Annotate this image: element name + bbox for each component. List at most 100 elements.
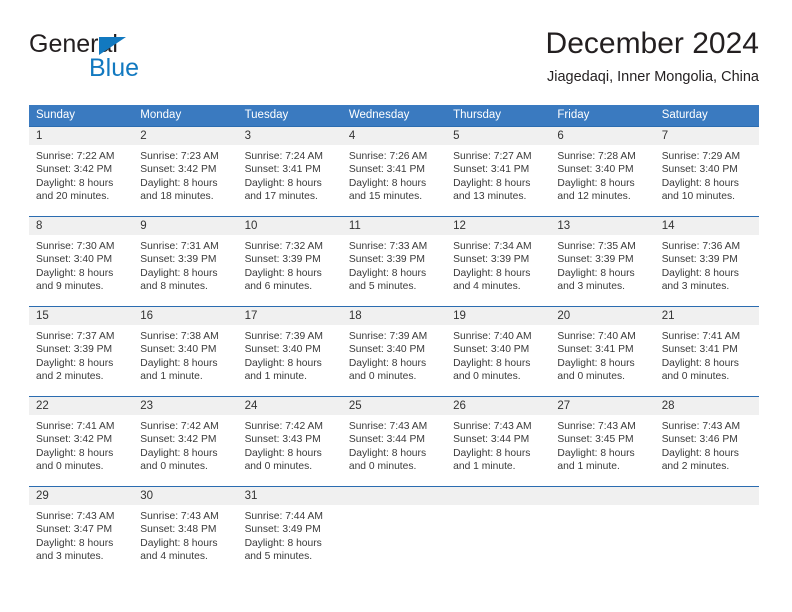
day-cell-17[interactable]: 17 Sunrise: 7:39 AM Sunset: 3:40 PM Dayligh…: [237, 306, 342, 396]
daylight-text-line2: and 12 minutes.: [557, 191, 631, 203]
daylight-text-line2: and 20 minutes.: [36, 191, 110, 203]
day-number: [654, 487, 759, 505]
day-details: Sunrise: 7:28 AM Sunset: 3:40 PM Daylight:…: [550, 145, 654, 204]
sunset-text: Sunset: 3:39 PM: [244, 254, 321, 266]
day-details: Sunrise: 7:43 AM Sunset: 3:47 PM Daylight:…: [29, 505, 133, 564]
day-cell-28[interactable]: 28 Sunrise: 7:43 AM Sunset: 3:46 PM Dayligh…: [654, 396, 759, 486]
day-cell-30[interactable]: 30 Sunrise: 7:43 AM Sunset: 3:48 PM Dayligh…: [133, 486, 238, 576]
day-cell-31[interactable]: 31 Sunrise: 7:44 AM Sunset: 3:49 PM Dayligh…: [237, 486, 342, 576]
day-cell-21[interactable]: 21 Sunrise: 7:41 AM Sunset: 3:41 PM Dayligh…: [654, 306, 759, 396]
sunset-text: Sunset: 3:41 PM: [348, 164, 425, 176]
day-number: [550, 487, 655, 505]
sunrise-text: Sunrise: 7:37 AM: [36, 331, 115, 342]
day-cell-8[interactable]: 8 Sunrise: 7:30 AM Sunset: 3:40 PM Daylight…: [29, 216, 134, 306]
day-cell-7[interactable]: 7 Sunrise: 7:29 AM Sunset: 3:40 PM Daylight…: [654, 126, 759, 216]
day-number: 24: [237, 397, 342, 415]
day-details: Sunrise: 7:34 AM Sunset: 3:39 PM Daylight:…: [446, 235, 550, 294]
sunset-text: Sunset: 3:46 PM: [661, 434, 738, 446]
day-number: 28: [654, 397, 759, 415]
day-cell-26[interactable]: 26 Sunrise: 7:43 AM Sunset: 3:44 PM Dayligh…: [446, 396, 551, 486]
sunrise-text: Sunrise: 7:42 AM: [244, 421, 323, 432]
weekday-header-sunday: Sunday: [29, 105, 134, 126]
sunrise-text: Sunrise: 7:39 AM: [244, 331, 323, 342]
weekday-header-thursday: Thursday: [446, 105, 551, 126]
day-cell-14[interactable]: 14 Sunrise: 7:36 AM Sunset: 3:39 PM Dayligh…: [654, 216, 759, 306]
daylight-text-line2: and 3 minutes.: [36, 551, 104, 563]
daylight-text-line2: and 1 minute.: [140, 371, 203, 383]
daylight-text-line1: Daylight: 8 hours: [661, 177, 739, 189]
day-cell-23[interactable]: 23 Sunrise: 7:42 AM Sunset: 3:42 PM Dayligh…: [133, 396, 238, 486]
sunset-text: Sunset: 3:40 PM: [36, 254, 113, 266]
day-number: 13: [550, 217, 655, 235]
day-cell-25[interactable]: 25 Sunrise: 7:43 AM Sunset: 3:44 PM Dayligh…: [341, 396, 447, 486]
sunrise-text: Sunrise: 7:29 AM: [661, 151, 741, 162]
sunrise-text: Sunrise: 7:43 AM: [661, 421, 741, 432]
daylight-text-line2: and 9 minutes.: [36, 281, 104, 293]
sunset-text: Sunset: 3:42 PM: [140, 434, 217, 446]
day-details: Sunrise: 7:27 AM Sunset: 3:41 PM Daylight:…: [446, 145, 550, 204]
day-cell-6[interactable]: 6 Sunrise: 7:28 AM Sunset: 3:40 PM Daylight…: [550, 126, 655, 216]
page-header: General Blue December 2024 Jiagedaqi, In…: [29, 26, 759, 96]
day-number: 29: [29, 487, 134, 505]
day-cell-1[interactable]: 1 Sunrise: 7:22 AM Sunset: 3:42 PM Daylight…: [29, 126, 134, 216]
day-cell-9[interactable]: 9 Sunrise: 7:31 AM Sunset: 3:39 PM Daylight…: [133, 216, 238, 306]
day-cell-empty: [446, 486, 551, 576]
day-cell-11[interactable]: 11 Sunrise: 7:33 AM Sunset: 3:39 PM Dayligh…: [341, 216, 447, 306]
day-cell-3[interactable]: 3 Sunrise: 7:24 AM Sunset: 3:41 PM Daylight…: [237, 126, 342, 216]
day-cell-5[interactable]: 5 Sunrise: 7:27 AM Sunset: 3:41 PM Daylight…: [446, 126, 551, 216]
daylight-text-line2: and 1 minute.: [453, 461, 516, 473]
brand-logo[interactable]: General Blue: [29, 26, 249, 86]
day-cell-12[interactable]: 12 Sunrise: 7:34 AM Sunset: 3:39 PM Dayligh…: [446, 216, 551, 306]
daylight-text-line1: Daylight: 8 hours: [140, 447, 218, 459]
day-number: [341, 487, 447, 505]
day-details: Sunrise: 7:40 AM Sunset: 3:40 PM Daylight:…: [446, 325, 550, 384]
daylight-text-line1: Daylight: 8 hours: [36, 267, 114, 279]
sunset-text: Sunset: 3:48 PM: [140, 524, 217, 536]
sunrise-text: Sunrise: 7:38 AM: [140, 331, 219, 342]
day-number: 14: [654, 217, 759, 235]
day-details: Sunrise: 7:23 AM Sunset: 3:42 PM Daylight:…: [133, 145, 237, 204]
daylight-text-line2: and 0 minutes.: [348, 461, 417, 473]
sunrise-text: Sunrise: 7:30 AM: [36, 241, 115, 252]
daylight-text-line1: Daylight: 8 hours: [140, 357, 218, 369]
sunset-text: Sunset: 3:41 PM: [244, 164, 321, 176]
day-number: 12: [446, 217, 551, 235]
day-cell-24[interactable]: 24 Sunrise: 7:42 AM Sunset: 3:43 PM Dayligh…: [237, 396, 342, 486]
sunrise-text: Sunrise: 7:27 AM: [453, 151, 532, 162]
day-cell-16[interactable]: 16 Sunrise: 7:38 AM Sunset: 3:40 PM Dayligh…: [133, 306, 238, 396]
day-cell-20[interactable]: 20 Sunrise: 7:40 AM Sunset: 3:41 PM Dayligh…: [550, 306, 655, 396]
day-cell-27[interactable]: 27 Sunrise: 7:43 AM Sunset: 3:45 PM Dayligh…: [550, 396, 655, 486]
day-details: Sunrise: 7:43 AM Sunset: 3:44 PM Daylight:…: [446, 415, 550, 474]
day-number: 2: [133, 127, 238, 145]
daylight-text-line2: and 1 minute.: [557, 461, 620, 473]
day-cell-18[interactable]: 18 Sunrise: 7:39 AM Sunset: 3:40 PM Dayligh…: [341, 306, 447, 396]
daylight-text-line2: and 8 minutes.: [140, 281, 208, 293]
sunrise-text: Sunrise: 7:43 AM: [140, 511, 219, 522]
sunrise-text: Sunrise: 7:43 AM: [557, 421, 636, 432]
daylight-text-line1: Daylight: 8 hours: [36, 177, 114, 189]
sunset-text: Sunset: 3:42 PM: [140, 164, 217, 176]
daylight-text-line1: Daylight: 8 hours: [557, 267, 635, 279]
sunrise-text: Sunrise: 7:43 AM: [348, 421, 428, 432]
day-cell-15[interactable]: 15 Sunrise: 7:37 AM Sunset: 3:39 PM Dayligh…: [29, 306, 134, 396]
daylight-text-line1: Daylight: 8 hours: [661, 267, 739, 279]
daylight-text-line1: Daylight: 8 hours: [36, 357, 114, 369]
day-cell-10[interactable]: 10 Sunrise: 7:32 AM Sunset: 3:39 PM Dayligh…: [237, 216, 342, 306]
day-number: 26: [446, 397, 551, 415]
day-details: Sunrise: 7:41 AM Sunset: 3:42 PM Daylight:…: [29, 415, 133, 474]
sunrise-text: Sunrise: 7:34 AM: [453, 241, 532, 252]
day-number: 31: [237, 487, 342, 505]
day-number: 20: [550, 307, 655, 325]
daylight-text-line2: and 0 minutes.: [348, 371, 417, 383]
daylight-text-line1: Daylight: 8 hours: [453, 177, 531, 189]
day-cell-2[interactable]: 2 Sunrise: 7:23 AM Sunset: 3:42 PM Daylight…: [133, 126, 238, 216]
day-cell-4[interactable]: 4 Sunrise: 7:26 AM Sunset: 3:41 PM Daylight…: [341, 126, 447, 216]
sunset-text: Sunset: 3:45 PM: [557, 434, 634, 446]
day-number: 27: [550, 397, 655, 415]
day-cell-22[interactable]: 22 Sunrise: 7:41 AM Sunset: 3:42 PM Dayligh…: [29, 396, 134, 486]
day-details: Sunrise: 7:24 AM Sunset: 3:41 PM Daylight:…: [238, 145, 342, 204]
day-cell-29[interactable]: 29 Sunrise: 7:43 AM Sunset: 3:47 PM Dayligh…: [29, 486, 134, 576]
day-cell-13[interactable]: 13 Sunrise: 7:35 AM Sunset: 3:39 PM Dayligh…: [550, 216, 655, 306]
day-cell-19[interactable]: 19 Sunrise: 7:40 AM Sunset: 3:40 PM Dayligh…: [446, 306, 551, 396]
day-number: 6: [550, 127, 655, 145]
